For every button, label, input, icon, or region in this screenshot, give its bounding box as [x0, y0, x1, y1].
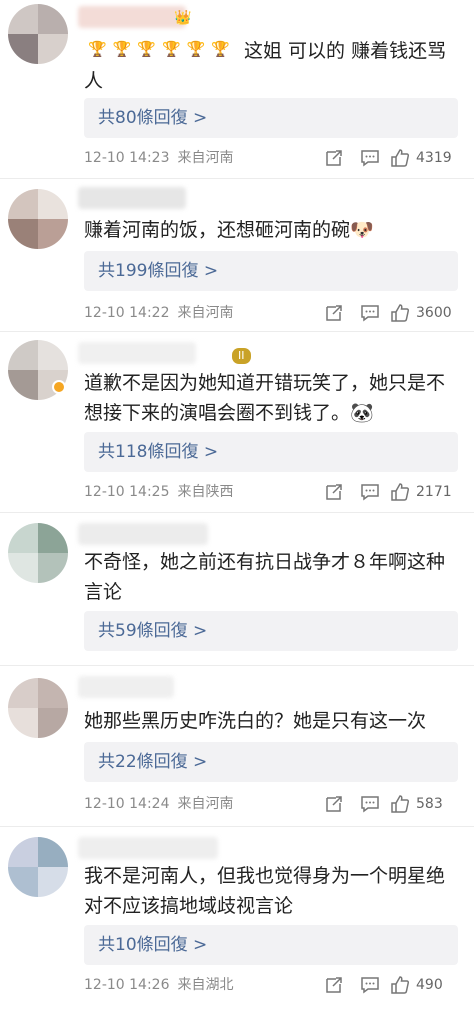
like-count: 3600 — [416, 305, 452, 321]
comment-item: 我不是河南人，但我也觉得身为一个明星绝对不应该搞地域歧视言论 共10條回復 > … — [0, 827, 474, 1010]
avatar[interactable] — [8, 523, 68, 583]
thumbs-up-icon — [391, 483, 410, 501]
username-blurred[interactable] — [78, 523, 208, 545]
comment-meta: 12-10 14:26 来自湖北 490 — [84, 973, 458, 997]
location: 来自陕西 — [177, 484, 234, 500]
comment-text: 赚着河南的饭，还想砸河南的碗🐶 — [84, 219, 374, 241]
comment-icon[interactable] — [360, 973, 380, 997]
comment-item: 不奇怪，她之前还有抗日战争才８年啊这种言论 共59條回復 > — [0, 513, 474, 665]
replies-link[interactable]: 共199條回復 > — [84, 251, 458, 291]
replies-link[interactable]: 共80條回復 > — [84, 98, 458, 138]
comment-icon[interactable] — [360, 480, 380, 504]
avatar[interactable] — [8, 678, 68, 738]
comment-meta: 12-10 14:23 来自河南 4319 — [84, 146, 458, 170]
avatar[interactable] — [8, 4, 68, 64]
location: 来自河南 — [177, 150, 234, 166]
comment-icon[interactable] — [360, 301, 380, 325]
replies-link[interactable]: 共118條回復 > — [84, 432, 458, 472]
like-count: 490 — [416, 977, 443, 993]
username-blurred[interactable] — [78, 342, 196, 364]
comment-item: II 道歉不是因为她知道开错玩笑了，她只是不想接下来的演唱会圈不到钱了。🐼 共1… — [0, 332, 474, 512]
timestamp: 12-10 14:25 — [84, 484, 170, 500]
comment-meta: 12-10 14:25 来自陕西 2171 — [84, 480, 458, 504]
like-button[interactable]: 583 — [390, 792, 458, 816]
thumbs-up-icon — [391, 304, 410, 322]
username-blurred[interactable] — [78, 837, 218, 859]
location: 来自湖北 — [177, 977, 234, 993]
thumbs-up-icon — [391, 149, 410, 167]
like-count: 583 — [416, 796, 443, 812]
comment-icon[interactable] — [360, 792, 380, 816]
location: 来自河南 — [177, 796, 234, 812]
share-icon[interactable] — [324, 146, 344, 170]
username-blurred[interactable] — [78, 676, 174, 698]
thumbs-up-icon — [391, 976, 410, 994]
avatar[interactable] — [8, 189, 68, 249]
like-button[interactable]: 4319 — [390, 146, 458, 170]
replies-link[interactable]: 共10條回復 > — [84, 925, 458, 965]
like-count: 4319 — [416, 150, 452, 166]
timestamp: 12-10 14:24 — [84, 796, 170, 812]
replies-link[interactable]: 共59條回復 > — [84, 611, 458, 651]
username-blurred[interactable] — [78, 6, 186, 28]
comment-text: 这姐 可以的 赚着钱还骂人 — [84, 40, 447, 92]
avatar[interactable] — [8, 837, 68, 897]
vip-badge-icon: 👑 — [174, 10, 192, 26]
timestamp: 12-10 14:22 — [84, 305, 170, 321]
like-button[interactable]: 2171 — [390, 480, 458, 504]
like-button[interactable]: 3600 — [390, 301, 458, 325]
comment-meta: 12-10 14:24 来自河南 583 — [84, 792, 458, 816]
location: 来自河南 — [177, 305, 234, 321]
fan-level-badge: II — [232, 348, 251, 364]
comment-item: 赚着河南的饭，还想砸河南的碗🐶 共199條回復 > 12-10 14:22 来自河… — [0, 179, 474, 331]
share-icon[interactable] — [324, 301, 344, 325]
username-blurred[interactable] — [78, 187, 186, 209]
replies-link[interactable]: 共22條回復 > — [84, 742, 458, 782]
verified-badge-icon — [52, 380, 66, 394]
share-icon[interactable] — [324, 792, 344, 816]
comment-text: 道歉不是因为她知道开错玩笑了，她只是不想接下来的演唱会圈不到钱了。🐼 — [84, 372, 446, 424]
like-count: 2171 — [416, 484, 452, 500]
comment-text: 不奇怪，她之前还有抗日战争才８年啊这种言论 — [84, 551, 446, 603]
timestamp: 12-10 14:26 — [84, 977, 170, 993]
comment-text: 我不是河南人，但我也觉得身为一个明星绝对不应该搞地域歧视言论 — [84, 865, 446, 917]
comment-icon[interactable] — [360, 146, 380, 170]
comment-item: 她那些黑历史咋洗白的？她是只有这一次吗？ 共22條回復 > 12-10 14:2… — [0, 666, 474, 826]
comment-item: 👑 🏆🏆🏆🏆🏆🏆 这姐 可以的 赚着钱还骂人 共80條回復 > 12-10 14… — [0, 0, 474, 178]
thumbs-up-icon — [391, 795, 410, 813]
comment-meta: 12-10 14:22 来自河南 3600 — [84, 301, 458, 325]
share-icon[interactable] — [324, 480, 344, 504]
like-button[interactable]: 490 — [390, 973, 458, 997]
timestamp: 12-10 14:23 — [84, 150, 170, 166]
share-icon[interactable] — [324, 973, 344, 997]
